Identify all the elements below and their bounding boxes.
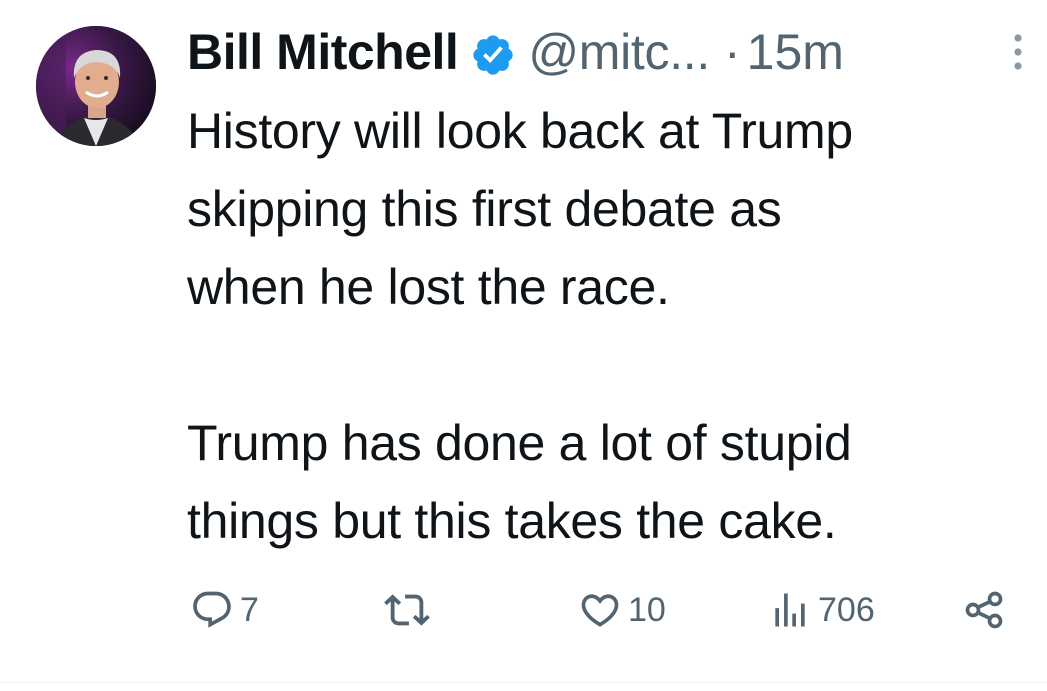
timestamp[interactable]: 15m (747, 20, 844, 84)
views-icon (768, 588, 812, 632)
author-handle[interactable]: @mitc... (528, 20, 710, 84)
reply-button[interactable]: 7 (190, 580, 259, 640)
verified-badge-icon[interactable] (470, 29, 516, 75)
more-icon[interactable] (1006, 30, 1030, 74)
reply-icon (190, 588, 234, 632)
avatar[interactable] (36, 26, 156, 146)
retweet-button[interactable] (384, 580, 436, 640)
views-button[interactable]: 706 (768, 580, 875, 640)
tweet-line: things but this takes the cake. (187, 493, 837, 549)
display-name[interactable]: Bill Mitchell (187, 20, 459, 84)
separator-dot: · (724, 24, 741, 80)
share-button[interactable] (962, 580, 1006, 640)
like-icon (578, 588, 622, 632)
reply-count: 7 (240, 590, 259, 629)
like-button[interactable]: 10 (578, 580, 666, 640)
tweet-line: Trump has done a lot of stupid (187, 415, 852, 471)
retweet-icon (384, 587, 430, 633)
tweet[interactable]: Bill Mitchell @mitc... · 15m History wil… (0, 0, 1047, 691)
divider (0, 682, 1047, 683)
like-count: 10 (628, 590, 666, 629)
views-count: 706 (818, 590, 875, 629)
tweet-header: Bill Mitchell @mitc... · 15m (187, 20, 844, 84)
tweet-line: skipping this first debate as (187, 181, 782, 237)
tweet-line: when he lost the race. (187, 259, 670, 315)
tweet-line: History will look back at Trump (187, 103, 853, 159)
tweet-text: History will look back at Trump skipping… (187, 92, 1027, 560)
share-icon (962, 588, 1006, 632)
action-bar: 7 10 706 (0, 580, 1047, 640)
